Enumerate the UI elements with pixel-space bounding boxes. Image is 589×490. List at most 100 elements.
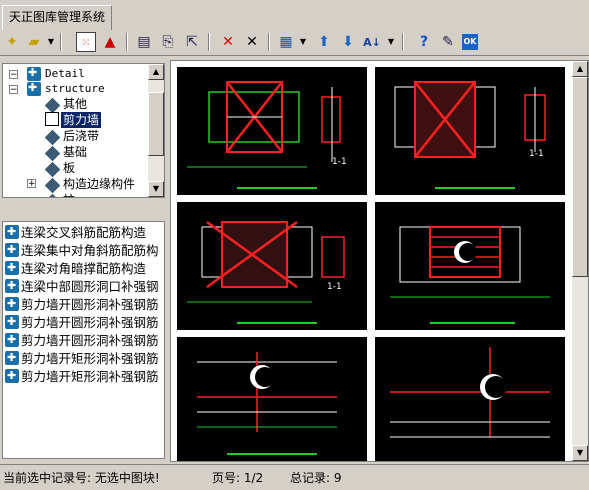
scroll-thumb[interactable] — [148, 92, 164, 156]
diamond-icon — [44, 161, 61, 178]
drawing-thumbnail[interactable] — [177, 337, 367, 461]
drawing-thumbnail[interactable] — [375, 202, 565, 330]
drawing-preview — [187, 220, 345, 303]
list-item-label: 剪力墙开矩形洞补强钢筋 — [21, 351, 159, 366]
grid-pick-icon[interactable]: ⁙ — [76, 32, 96, 52]
collapse-toggle[interactable]: − — [9, 85, 18, 95]
toolbar-separator — [126, 33, 128, 51]
record-icon — [5, 241, 19, 259]
list-item[interactable]: 剪力墙开圆形洞补强钢筋 — [5, 331, 159, 350]
list-item[interactable]: 剪力墙开圆形洞补强钢筋 — [5, 295, 159, 314]
folder-icon — [27, 66, 41, 81]
list-item-label: 连梁集中对角斜筋配筋构 — [21, 243, 159, 258]
list-item[interactable]: 剪力墙开矩形洞补强钢筋 — [5, 367, 159, 386]
open-folder-icon[interactable]: ▰ — [24, 32, 44, 52]
tree-item[interactable]: 后浇带 — [63, 128, 99, 144]
scroll-down-button[interactable]: ▼ — [572, 445, 588, 461]
scroll-down-button[interactable]: ▼ — [148, 181, 164, 197]
section-label: 1-1 — [332, 157, 347, 167]
drawing-thumbnail[interactable]: 1-1 — [375, 67, 565, 195]
list-item-label: 剪力墙开圆形洞补强钢筋 — [21, 333, 159, 348]
record-icon — [5, 259, 19, 277]
tree-node-structure[interactable]: structure — [45, 81, 105, 97]
triangle-icon[interactable]: ▲ — [100, 32, 120, 52]
tree-item[interactable]: 柱 — [63, 192, 75, 197]
scroll-thumb[interactable] — [572, 77, 588, 277]
list-item-label: 剪力墙开圆形洞补强钢筋 — [21, 297, 159, 312]
sort-az-icon[interactable]: A↓ — [362, 32, 382, 52]
toolbar-separator — [268, 33, 270, 51]
help-icon[interactable]: ? — [414, 32, 434, 52]
section-label: 1-1 — [327, 282, 342, 292]
toolbar-separator — [208, 33, 210, 51]
list-item[interactable]: 剪力墙开矩形洞补强钢筋 — [5, 349, 159, 368]
dropdown-arrow-icon[interactable]: ▼ — [298, 32, 308, 52]
diamond-icon — [44, 97, 61, 114]
toolbar-separator — [402, 33, 404, 51]
list-item[interactable]: 连梁中部圆形洞口补强钢 — [5, 277, 159, 296]
drawing-preview — [390, 347, 550, 438]
tab-main[interactable]: 天正图库管理系统 — [2, 5, 113, 30]
scroll-up-button[interactable]: ▲ — [148, 64, 164, 80]
folder-open-icon — [45, 112, 59, 126]
tree-item[interactable]: 板 — [63, 160, 75, 176]
caption-underline — [227, 453, 317, 455]
list-item-label: 剪力墙开圆形洞补强钢筋 — [21, 315, 159, 330]
record-icon — [5, 367, 19, 385]
delete-red-icon[interactable]: ✕ — [218, 32, 238, 52]
category-tree[interactable]: − Detail − structure 其他 剪力墙 后浇带 基础 板 + 构… — [2, 63, 165, 198]
tree-scrollbar[interactable]: ▲ ▼ — [148, 64, 164, 197]
splitter[interactable] — [2, 200, 165, 218]
collapse-toggle[interactable]: − — [9, 70, 18, 80]
current-record-status: 当前选中记录号: 无选中图块! — [3, 471, 160, 485]
ok-icon[interactable]: OK — [462, 34, 478, 50]
tree-item[interactable]: 构造边缘构件 — [63, 176, 135, 192]
table-icon[interactable]: ▤ — [134, 32, 154, 52]
drawing-preview — [187, 81, 341, 168]
caption-underline — [435, 187, 515, 189]
export-icon[interactable]: ⎘ — [158, 32, 178, 52]
total-records: 总记录: 9 — [290, 471, 342, 485]
tree-item[interactable]: 其他 — [63, 96, 87, 112]
list-item-label: 连梁中部圆形洞口补强钢 — [21, 279, 159, 294]
page-number: 页号: 1/2 — [212, 471, 264, 485]
delete-icon[interactable]: ✕ — [242, 32, 262, 52]
tree-node-detail[interactable]: Detail — [45, 66, 85, 82]
drawing-thumbnail[interactable]: 1-1 — [177, 202, 367, 330]
caption-underline — [237, 187, 317, 189]
import-icon[interactable]: ⇱ — [182, 32, 202, 52]
drawing-preview — [394, 81, 546, 158]
drawing-thumbnail[interactable] — [375, 337, 565, 461]
dropdown-arrow-icon[interactable]: ▼ — [46, 32, 56, 52]
record-icon — [5, 295, 19, 313]
scroll-up-button[interactable]: ▲ — [572, 61, 588, 77]
caption-underline — [430, 322, 515, 324]
list-item[interactable]: 连梁对角暗撑配筋构造 — [5, 259, 146, 278]
diamond-icon — [44, 177, 61, 194]
gallery-scrollbar[interactable]: ▲ ▼ — [572, 61, 588, 461]
record-icon — [5, 331, 19, 349]
view-grid-icon[interactable]: ▦ — [276, 32, 296, 52]
drawing-thumbnail[interactable]: 1-1 — [177, 67, 367, 195]
list-item[interactable]: 连梁集中对角斜筋配筋构 — [5, 241, 159, 260]
list-item[interactable]: 连梁交叉斜筋配筋构造 — [5, 223, 146, 242]
new-icon[interactable]: ✦ — [2, 32, 22, 52]
toolbar-separator — [60, 33, 62, 51]
down-arrow-icon[interactable]: ⬇ — [338, 32, 358, 52]
drawing-preview — [197, 352, 337, 432]
status-bar: 当前选中记录号: 无选中图块! 页号: 1/2 总记录: 9 — [0, 464, 589, 490]
list-item[interactable]: 剪力墙开圆形洞补强钢筋 — [5, 313, 159, 332]
record-icon — [5, 313, 19, 331]
tree-item[interactable]: 基础 — [63, 144, 87, 160]
list-item-label: 剪力墙开矩形洞补强钢筋 — [21, 369, 159, 384]
record-icon — [5, 349, 19, 367]
expand-toggle[interactable]: + — [27, 179, 36, 189]
dropdown-arrow-icon[interactable]: ▼ — [386, 32, 396, 52]
record-list[interactable]: 连梁交叉斜筋配筋构造 连梁集中对角斜筋配筋构 连梁对角暗撑配筋构造 连梁中部圆形… — [2, 221, 165, 459]
tree-item-selected[interactable]: 剪力墙 — [61, 112, 102, 128]
drawing-preview — [390, 226, 550, 298]
edit-icon[interactable]: ✎ — [438, 32, 458, 52]
diamond-icon — [44, 129, 61, 146]
diamond-icon — [44, 193, 61, 197]
up-arrow-icon[interactable]: ⬆ — [314, 32, 334, 52]
